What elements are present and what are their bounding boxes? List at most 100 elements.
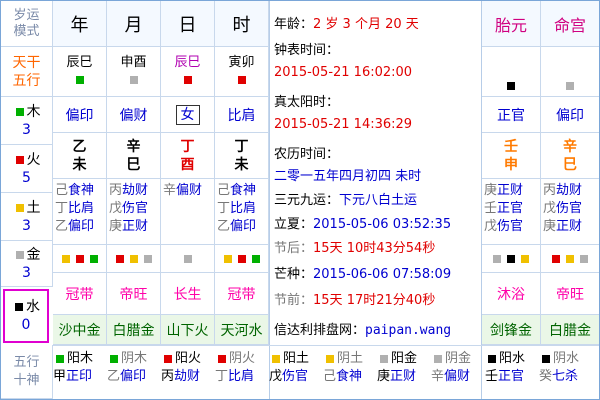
canggan-gan: 戊 [484, 219, 498, 234]
canggan-shen: 偏财 [176, 183, 203, 198]
site-link[interactable]: paipan.wang [365, 323, 451, 338]
site-label: 信达利排盘网： [274, 323, 366, 338]
legend-label: 阳金 [391, 351, 418, 366]
shishen-month: 偏财 [107, 97, 161, 133]
fire-swatch [164, 354, 172, 363]
yuanyun-label: 三元九运： [274, 193, 340, 208]
clock-label: 钟表时间： [274, 43, 340, 58]
right-column: 胎元 命宫 正官 偏印 壬申 辛巳 庚正财 壬正官 戊伤官 丙劫财 戊伤官 庚正… [481, 1, 599, 399]
kongwang-text: 申酉 [120, 54, 147, 70]
gan-text: 壬 [504, 138, 518, 155]
wood-swatch [89, 254, 98, 263]
legend-shen: 劫财 [174, 369, 201, 384]
minggong-shishen: 偏印 [541, 97, 599, 133]
lunar-label: 农历时间： [274, 147, 340, 162]
legend-gan: 丙 [161, 369, 175, 384]
header-hour: 时 [215, 1, 269, 47]
after-label: 节后： [274, 241, 314, 256]
metal-swatch [143, 254, 152, 263]
legend-label: 阴金 [445, 351, 472, 366]
canggan-gan: 丁 [217, 201, 231, 216]
header-month: 月 [107, 1, 161, 47]
lixia-value: 2015-05-06 03:52:35 [313, 217, 452, 232]
element-name: 土 [26, 199, 41, 216]
legend-shen: 七杀 [552, 369, 579, 384]
legend-gan: 庚 [377, 369, 391, 384]
mangzhong-value: 2015-06-06 07:58:09 [313, 267, 452, 282]
legend-shen: 正官 [498, 369, 525, 384]
minggong-nayin: 白腊金 [541, 315, 599, 345]
lixia-label: 立夏： [274, 217, 314, 232]
mode-label: 岁运 模式 [1, 1, 53, 47]
wood-swatch [15, 107, 24, 116]
element-water[interactable]: 水 0 [3, 289, 49, 343]
element-count: 3 [22, 217, 31, 234]
bottom-label: 五行 十神 [1, 345, 53, 399]
age-value: 2 岁 3 个月 20 天 [313, 17, 419, 32]
changsheng-month: 帝旺 [107, 273, 161, 315]
canggan-shen: 正官 [497, 201, 524, 216]
legend-yi: 阴木 乙偏印 [107, 350, 161, 386]
gan-text: 丁 [234, 138, 249, 155]
earth-swatch [521, 254, 529, 263]
legend-label: 阴木 [121, 351, 148, 366]
element-wood: 木 3 [1, 97, 53, 145]
swatch-row-hour [215, 245, 269, 273]
taiyuan-header: 胎元 [482, 1, 541, 47]
taiyuan-swatch [482, 47, 541, 97]
legend-label: 阴水 [553, 351, 580, 366]
legend-shen: 正财 [390, 369, 417, 384]
legend-label: 阳火 [175, 351, 202, 366]
canggan-shen: 偏印 [230, 219, 257, 234]
legend-gan: 辛 [431, 369, 445, 384]
water-swatch [488, 354, 496, 363]
age-label: 年龄： [274, 17, 314, 32]
legend-gan: 丁 [215, 369, 229, 384]
solar-value: 2015-05-21 14:36:29 [274, 117, 413, 132]
canggan-month: 丙劫财 戊伤官 庚正财 [107, 179, 161, 245]
taiyuan-shishen: 正官 [482, 97, 541, 133]
gan-text: 辛 [126, 138, 141, 155]
zhi-text: 申 [504, 156, 518, 173]
legend-label: 阴火 [229, 351, 256, 366]
element-fire: 火 5 [1, 145, 53, 193]
element-earth: 土 3 [1, 193, 53, 241]
canggan-gan: 丁 [55, 201, 69, 216]
bottom-label-line1: 五行 [13, 354, 40, 370]
fire-swatch [552, 254, 560, 263]
earth-swatch [566, 254, 574, 263]
after-value: 15天 10时43分54秒 [313, 241, 436, 256]
kongwang-text: 辰巳 [66, 54, 93, 70]
bazi-chart: 岁运 模式 天干 五行 木 3 火 5 土 3 金 3 水 0 五行 十神 年 … [0, 0, 600, 400]
legend-gan: 壬 [485, 369, 499, 384]
canggan-shen: 食神 [230, 183, 257, 198]
ganzhi-year: 乙未 [53, 133, 107, 179]
earth-swatch [326, 354, 334, 363]
element-name: 木 [26, 103, 41, 120]
legend-gan: 癸 [539, 369, 553, 384]
canggan-gan: 己 [55, 183, 69, 198]
legend-wu: 阳土 戊伤官 [269, 350, 323, 386]
element-count: 0 [21, 317, 31, 333]
yuanyun-line: 三元九运：下元八白土运 [274, 189, 417, 208]
clock-value: 2015-05-21 16:02:00 [274, 65, 413, 80]
header-day: 日 [161, 1, 215, 47]
metal-swatch [183, 254, 192, 263]
gan-text: 乙 [72, 138, 87, 155]
mangzhong-label: 芒种： [274, 267, 314, 282]
wood-swatch [251, 254, 260, 263]
mangzhong-line: 芒种：2015-06-06 07:58:09 [274, 263, 451, 282]
canggan-shen: 比肩 [68, 201, 95, 216]
kongwang-month: 申酉 [107, 47, 161, 97]
legend-ding: 阴火 丁比肩 [215, 350, 269, 386]
changsheng-day: 长生 [161, 273, 215, 315]
minggong-canggan: 丙劫财 戊伤官 庚正财 [541, 179, 599, 245]
shishen-hour: 比肩 [215, 97, 269, 133]
zhi-text: 巳 [563, 156, 577, 173]
kongwang-text: 寅卯 [228, 54, 255, 70]
element-count: 3 [22, 264, 31, 281]
taiyuan-nayin: 剑锋金 [482, 315, 541, 345]
gan-text: 辛 [563, 138, 577, 155]
canggan-gan: 戊 [543, 201, 557, 216]
nayin-year: 沙中金 [53, 315, 107, 345]
